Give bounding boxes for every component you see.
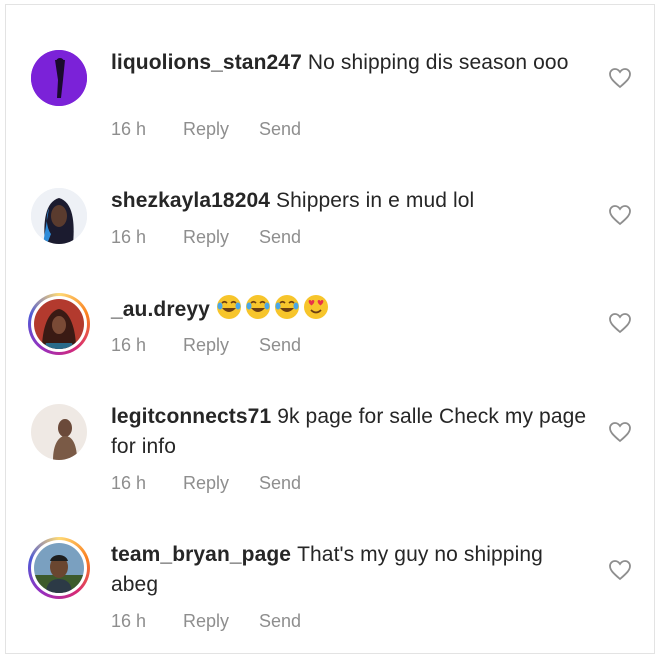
comment-meta: 16 h Reply Send [111, 611, 301, 632]
like-heart-icon[interactable] [608, 204, 632, 226]
avatar[interactable] [28, 401, 90, 463]
avatar-image-5 [34, 543, 84, 593]
like-heart-icon[interactable] [608, 67, 632, 89]
heart-eyes-emoji [303, 295, 328, 319]
comment-body: No shipping dis season ooo [307, 51, 569, 74]
avatar-portrait-icon [31, 404, 87, 460]
reply-button[interactable]: Reply [183, 227, 259, 248]
tears-of-joy-emoji [216, 295, 241, 319]
avatar-portrait-icon [31, 188, 87, 244]
comment-meta: 16 h Reply Send [111, 119, 301, 140]
comment-body: Shippers in e mud lol [276, 189, 475, 212]
reply-button[interactable]: Reply [183, 473, 259, 494]
avatar[interactable] [28, 185, 90, 247]
send-button[interactable]: Send [259, 611, 301, 632]
tears-of-joy-emoji [274, 295, 299, 319]
avatar-image-3 [34, 299, 84, 349]
comment-text: _au.dreyy [111, 294, 591, 325]
send-button[interactable]: Send [259, 227, 301, 248]
comment-time: 16 h [111, 227, 147, 247]
tears-of-joy-emoji [245, 295, 270, 319]
comment-username[interactable]: legitconnects71 [111, 405, 271, 428]
comment-username[interactable]: shezkayla18204 [111, 189, 270, 212]
emoji-row [216, 294, 329, 320]
reply-button[interactable]: Reply [183, 119, 259, 140]
send-button[interactable]: Send [259, 335, 301, 356]
comment-meta: 16 h Reply Send [111, 473, 301, 494]
avatar-story-ring[interactable] [28, 293, 90, 355]
comment-username[interactable]: team_bryan_page [111, 543, 291, 566]
comment-text: liquolions_stan247 No shipping dis season… [111, 48, 591, 78]
avatar-figure-icon [31, 50, 87, 106]
send-button[interactable]: Send [259, 119, 301, 140]
avatar[interactable] [28, 47, 90, 109]
comment-text: shezkayla18204 Shippers in e mud lol [111, 186, 591, 216]
comment-time: 16 h [111, 335, 147, 355]
comment-meta: 16 h Reply Send [111, 335, 301, 356]
avatar-image-4 [31, 404, 87, 460]
comment-text: legitconnects71 9k page for salle Check m… [111, 402, 591, 462]
comment-username[interactable]: _au.dreyy [111, 298, 210, 321]
avatar-portrait-icon [34, 543, 84, 593]
avatar-ring-gap [31, 540, 87, 596]
like-heart-icon[interactable] [608, 421, 632, 443]
comment-time: 16 h [111, 119, 147, 139]
avatar-ring-gap [31, 296, 87, 352]
avatar-image-2 [31, 188, 87, 244]
comment-username[interactable]: liquolions_stan247 [111, 51, 302, 74]
like-heart-icon[interactable] [608, 312, 632, 334]
reply-button[interactable]: Reply [183, 335, 259, 356]
comment-time: 16 h [111, 611, 147, 631]
avatar-image-1 [31, 50, 87, 106]
comment-meta: 16 h Reply Send [111, 227, 301, 248]
like-heart-icon[interactable] [608, 559, 632, 581]
comment-time: 16 h [111, 473, 147, 493]
reply-button[interactable]: Reply [183, 611, 259, 632]
avatar-story-ring[interactable] [28, 537, 90, 599]
avatar-portrait-icon [34, 299, 84, 349]
comment-text: team_bryan_page That's my guy no shipping… [111, 540, 591, 600]
comments-panel: liquolions_stan247 No shipping dis season… [5, 4, 655, 654]
send-button[interactable]: Send [259, 473, 301, 494]
